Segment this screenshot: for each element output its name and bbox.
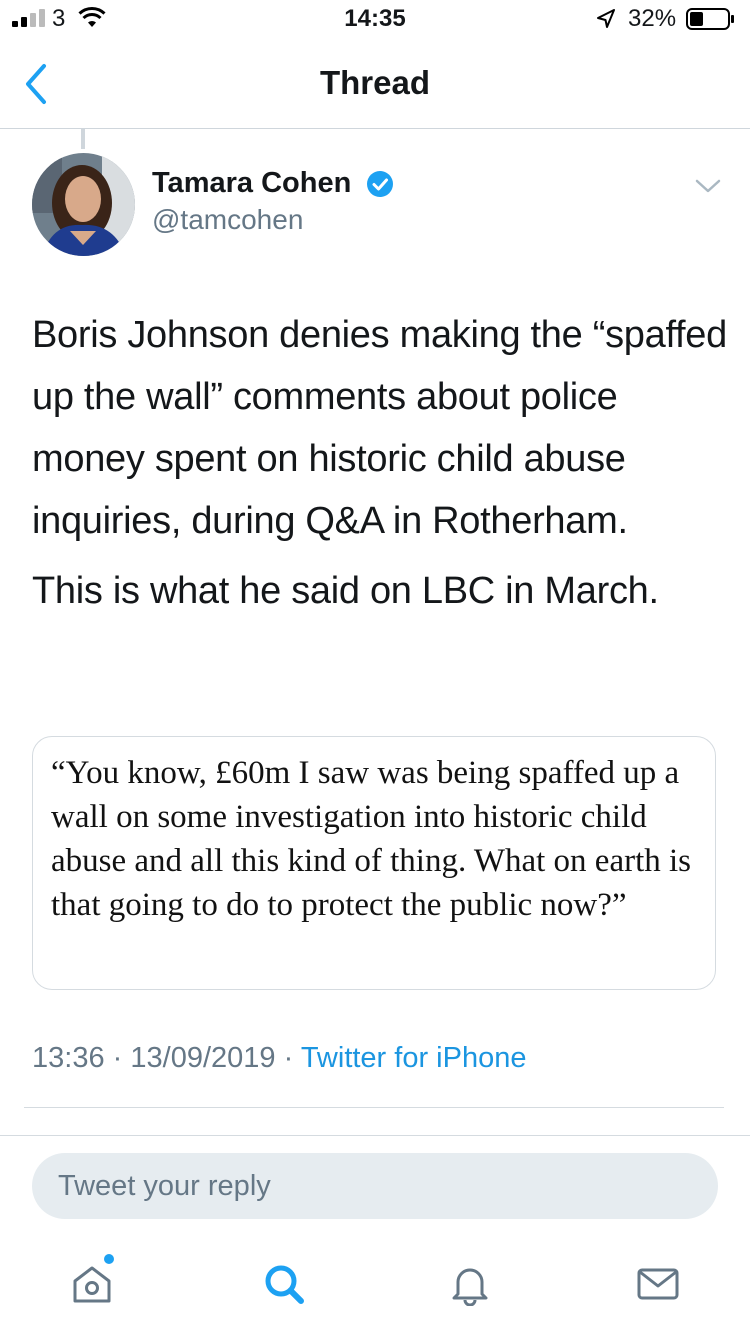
search-icon [265,1265,304,1304]
tab-search[interactable] [262,1262,306,1306]
avatar-image [32,153,135,256]
bell-icon [452,1268,488,1307]
meta-separator: · [112,1042,123,1074]
author-name[interactable]: Tamara Cohen [152,167,351,200]
notification-dot [104,1254,114,1264]
quote-image-card[interactable]: “You know, £60m I saw was being spaffed … [32,736,716,990]
tweet-metadata: 13:36 · 13/09/2019 · Twitter for iPhone [32,1042,526,1075]
tweet-source-link[interactable]: Twitter for iPhone [301,1042,527,1074]
nav-bar: Thread [0,40,750,129]
tweet-paragraph: Boris Johnson denies making the “spaffed… [32,314,727,542]
tweet-date: 13/09/2019 [130,1042,276,1074]
tweet-options-button[interactable] [694,176,722,196]
tab-messages[interactable] [636,1262,680,1306]
tweet-paragraph: This is what he said on LBC in March. [32,570,659,612]
avatar[interactable] [32,153,135,256]
page-title: Thread [319,64,431,101]
thread-connector-line [81,129,85,149]
reply-input[interactable] [32,1153,718,1219]
chevron-down-icon [695,179,721,193]
status-bar: 3 14:35 32% [0,0,750,40]
divider [0,1135,750,1136]
quote-text: “You know, £60m I saw was being spaffed … [51,755,692,923]
tab-notifications[interactable] [448,1262,492,1307]
meta-separator: · [283,1042,294,1074]
author-handle[interactable]: @tamcohen [152,204,303,236]
battery-percentage: 32% [628,5,677,32]
verified-badge-icon [367,171,393,197]
location-arrow-icon [597,9,615,28]
tab-home[interactable] [70,1262,114,1306]
tweet-time: 13:36 [32,1042,105,1074]
mail-icon [637,1268,679,1300]
home-icon [73,1266,111,1303]
battery-icon [686,8,734,30]
divider [24,1107,724,1108]
tweet-text: Boris Johnson denies making the “spaffed… [32,304,732,630]
